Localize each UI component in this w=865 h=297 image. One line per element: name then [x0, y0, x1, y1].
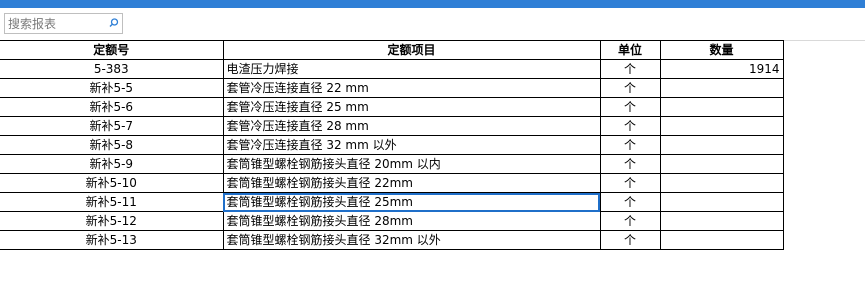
cell-code[interactable]: 新补5-9	[0, 154, 224, 174]
table-header-row: 定额号 定额项目 单位 数量	[0, 40, 784, 60]
cell-item[interactable]: 套筒锥型螺栓钢筋接头直径 32mm 以外	[222, 230, 601, 250]
table-row[interactable]: 5-383 电渣压力焊接 个 1914	[0, 59, 784, 79]
cell-unit[interactable]: 个	[599, 154, 661, 174]
table-row[interactable]: 新补5-6 套管冷压连接直径 25 mm 个	[0, 97, 784, 117]
cell-unit[interactable]: 个	[599, 78, 661, 98]
table-row[interactable]: 新补5-9 套筒锥型螺栓钢筋接头直径 20mm 以内 个	[0, 154, 784, 174]
table-row[interactable]: 新补5-10 套筒锥型螺栓钢筋接头直径 22mm 个	[0, 173, 784, 193]
header-unit[interactable]: 单位	[599, 40, 661, 60]
header-qty[interactable]: 数量	[659, 40, 784, 60]
cell-code[interactable]: 新补5-13	[0, 230, 224, 250]
cell-unit[interactable]: 个	[599, 59, 661, 79]
cell-unit[interactable]: 个	[599, 230, 661, 250]
quota-table: 定额号 定额项目 单位 数量 5-383 电渣压力焊接 个 1914 新补5-5…	[0, 40, 784, 250]
cell-code[interactable]: 新补5-7	[0, 116, 224, 136]
cell-qty[interactable]	[659, 211, 784, 231]
cell-code[interactable]: 新补5-5	[0, 78, 224, 98]
table-row[interactable]: 新补5-13 套筒锥型螺栓钢筋接头直径 32mm 以外 个	[0, 230, 784, 250]
cell-qty[interactable]	[659, 97, 784, 117]
header-code[interactable]: 定额号	[0, 40, 224, 60]
cell-item[interactable]: 套筒锥型螺栓钢筋接头直径 28mm	[222, 211, 601, 231]
table-row[interactable]: 新补5-5 套管冷压连接直径 22 mm 个	[0, 78, 784, 98]
cell-unit[interactable]: 个	[599, 116, 661, 136]
top-accent-bar	[0, 0, 865, 8]
header-item[interactable]: 定额项目	[222, 40, 601, 60]
table-row-selected[interactable]: 新补5-11 套筒锥型螺栓钢筋接头直径 25mm 个	[0, 192, 784, 212]
cell-qty[interactable]	[659, 154, 784, 174]
cell-code[interactable]: 新补5-12	[0, 211, 224, 231]
cell-qty[interactable]: 1914	[659, 59, 784, 79]
cell-code[interactable]: 新补5-10	[0, 173, 224, 193]
cell-unit[interactable]: 个	[599, 135, 661, 155]
cell-qty[interactable]	[659, 230, 784, 250]
table-row[interactable]: 新补5-7 套管冷压连接直径 28 mm 个	[0, 116, 784, 136]
search-box[interactable]	[4, 13, 123, 34]
cell-unit[interactable]: 个	[599, 173, 661, 193]
cell-item[interactable]: 套管冷压连接直径 28 mm	[222, 116, 601, 136]
cell-item[interactable]: 套管冷压连接直径 32 mm 以外	[222, 135, 601, 155]
cell-unit[interactable]: 个	[599, 211, 661, 231]
cell-qty[interactable]	[659, 135, 784, 155]
cell-code[interactable]: 新补5-6	[0, 97, 224, 117]
cell-item-selected[interactable]: 套筒锥型螺栓钢筋接头直径 25mm	[222, 192, 601, 212]
cell-code[interactable]: 5-383	[0, 59, 224, 79]
cell-item[interactable]: 套筒锥型螺栓钢筋接头直径 20mm 以内	[222, 154, 601, 174]
cell-code[interactable]: 新补5-11	[0, 192, 224, 212]
cell-qty[interactable]	[659, 78, 784, 98]
cell-item[interactable]: 套管冷压连接直径 22 mm	[222, 78, 601, 98]
table-row[interactable]: 新补5-12 套筒锥型螺栓钢筋接头直径 28mm 个	[0, 211, 784, 231]
cell-qty[interactable]	[659, 173, 784, 193]
cell-unit[interactable]: 个	[599, 97, 661, 117]
cell-qty[interactable]	[659, 192, 784, 212]
search-toolbar	[0, 8, 865, 41]
search-input[interactable]	[8, 15, 104, 32]
cell-code[interactable]: 新补5-8	[0, 135, 224, 155]
cell-qty[interactable]	[659, 116, 784, 136]
cell-item[interactable]: 电渣压力焊接	[222, 59, 601, 79]
cell-item[interactable]: 套筒锥型螺栓钢筋接头直径 22mm	[222, 173, 601, 193]
cell-unit[interactable]: 个	[599, 192, 661, 212]
cell-item[interactable]: 套管冷压连接直径 25 mm	[222, 97, 601, 117]
table-row[interactable]: 新补5-8 套管冷压连接直径 32 mm 以外 个	[0, 135, 784, 155]
search-icon[interactable]	[108, 17, 120, 29]
